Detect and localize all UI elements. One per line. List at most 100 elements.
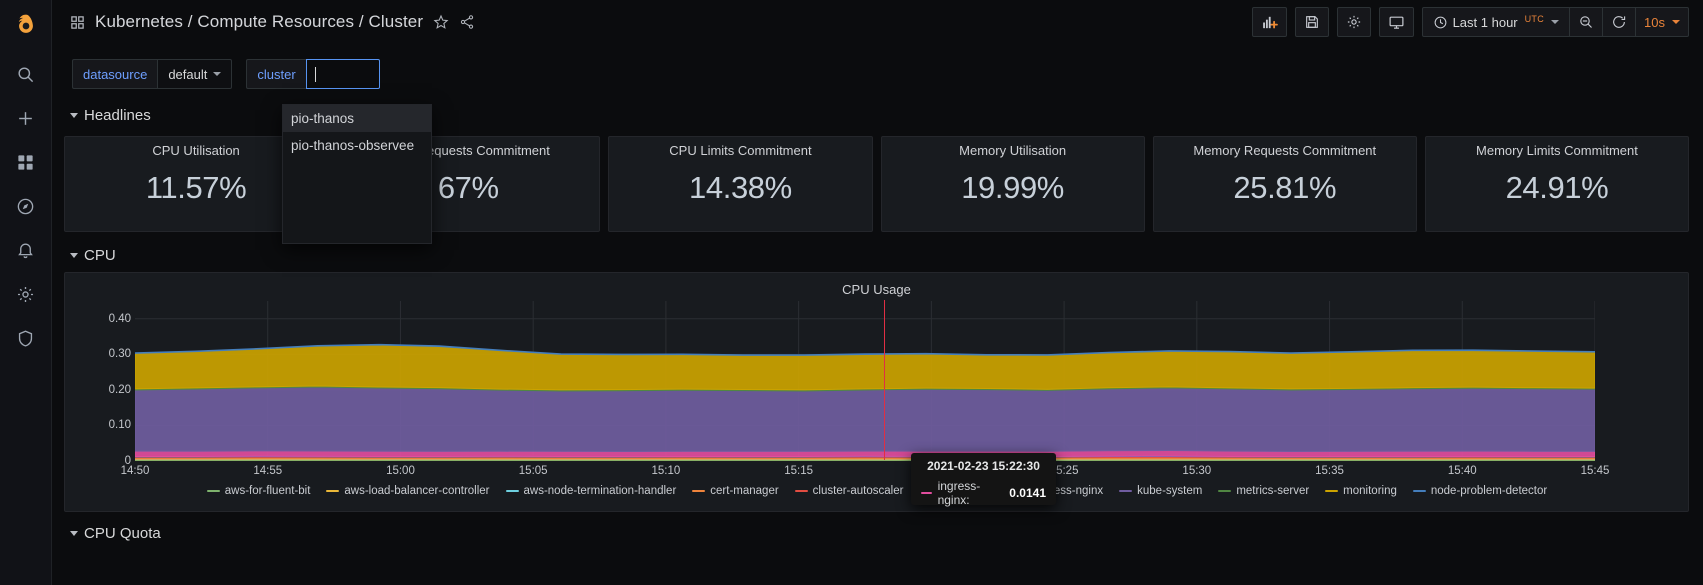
text-cursor <box>314 66 316 82</box>
star-icon[interactable] <box>433 14 449 30</box>
plot-area[interactable] <box>135 301 1595 461</box>
legend-color-swatch <box>505 490 519 492</box>
legend-label: aws-node-termination-handler <box>523 485 677 497</box>
x-axis-tick-label: 15:00 <box>386 465 415 477</box>
stat-panel-title: Memory Utilisation <box>959 143 1067 158</box>
cluster-options-dropdown[interactable]: pio-thanos pio-thanos-observee <box>282 104 432 244</box>
row-header-cpu-quota[interactable]: CPU Quota <box>70 525 161 542</box>
stat-panel-value: 24.91% <box>1505 170 1609 205</box>
chevron-down-icon <box>70 253 78 258</box>
tv-mode-button[interactable] <box>1378 7 1414 37</box>
side-nav <box>0 0 52 585</box>
y-axis-tick-label: 0.20 <box>108 383 131 396</box>
time-range-label: Last 1 hour <box>1452 14 1518 30</box>
variable-cluster-input[interactable] <box>305 59 380 89</box>
refresh-interval-picker[interactable]: 10s <box>1635 7 1689 37</box>
legend-label: metrics-server <box>1236 485 1310 497</box>
row-title: CPU Quota <box>84 525 161 542</box>
page-title: Kubernetes / Compute Resources / Cluster <box>95 12 424 31</box>
tooltip-series-value: 0.0141 <box>1009 486 1046 500</box>
sidebar-item-create[interactable] <box>0 96 52 140</box>
x-axis-tick-label: 15:10 <box>651 465 681 477</box>
legend-color-swatch <box>692 490 706 492</box>
zoom-out-time-button[interactable] <box>1569 7 1604 37</box>
chevron-down-icon <box>213 72 222 76</box>
panel-title: CPU Usage <box>842 282 911 297</box>
dashboard-settings-button[interactable] <box>1336 7 1371 37</box>
stat-panel-value: 25.81% <box>1233 170 1337 205</box>
variable-label-datasource: datasource <box>72 59 158 89</box>
stat-panel[interactable]: CPU Limits Commitment 14.38% <box>608 136 873 232</box>
stat-panel-title: Memory Requests Commitment <box>1193 143 1377 158</box>
legend-label: aws-for-fluent-bit <box>224 485 311 497</box>
dropdown-option-label: pio-thanos-observee <box>291 138 415 153</box>
legend-item[interactable]: monitoring <box>1325 485 1397 497</box>
add-panel-button[interactable] <box>1251 7 1287 37</box>
y-axis-tick-label: 0.10 <box>108 419 131 432</box>
legend-item[interactable]: aws-for-fluent-bit <box>206 485 311 497</box>
y-axis-tick-label: 0.30 <box>108 348 131 361</box>
crosshair-line <box>884 300 885 460</box>
clock-icon <box>1433 15 1448 30</box>
row-header-cpu[interactable]: CPU <box>70 247 116 264</box>
legend-color-swatch <box>794 490 808 492</box>
dashboard-grid-icon <box>70 15 85 30</box>
row-header-headlines[interactable]: Headlines <box>70 107 151 124</box>
grafana-dashboard: Kubernetes / Compute Resources / Cluster <box>0 0 1703 585</box>
x-axis: 14:5014:5515:0015:0515:1015:1515:2015:25… <box>121 465 1610 481</box>
sidebar-item-dashboards[interactable] <box>0 140 52 184</box>
save-dashboard-button[interactable] <box>1294 7 1329 37</box>
legend-item[interactable]: aws-node-termination-handler <box>505 485 677 497</box>
time-range-picker[interactable]: Last 1 hour UTC <box>1421 7 1571 37</box>
chart-legend: aws-for-fluent-bit aws-load-balancer-cont… <box>77 485 1677 497</box>
sidebar-item-configuration[interactable] <box>0 272 52 316</box>
legend-item[interactable]: cert-manager <box>692 485 779 497</box>
sidebar-item-server-admin[interactable] <box>0 316 52 360</box>
stat-panel-value: 67% <box>437 170 499 205</box>
share-icon[interactable] <box>459 14 475 30</box>
refresh-interval-label: 10s <box>1644 14 1665 30</box>
sidebar-item-explore[interactable] <box>0 184 52 228</box>
y-axis: 0 0.10 0.20 0.30 0.40 <box>85 301 131 467</box>
grafana-logo-icon[interactable] <box>0 0 52 52</box>
stat-panel[interactable]: Memory Utilisation 19.99% <box>880 136 1145 232</box>
dropdown-option-pio-thanos-observee[interactable]: pio-thanos-observee <box>283 132 431 159</box>
legend-item[interactable]: cluster-autoscaler <box>794 485 903 497</box>
toolbar-actions: Last 1 hour UTC 10s <box>1251 7 1689 37</box>
row-title: Headlines <box>84 107 151 124</box>
row-title: CPU <box>84 247 116 264</box>
time-zone-label: UTC <box>1524 14 1545 24</box>
chevron-down-icon <box>1672 20 1680 24</box>
legend-color-swatch <box>1119 490 1133 492</box>
variable-datasource-selected: default <box>168 66 208 82</box>
cpu-usage-panel: CPU Usage 0 0.10 0.20 0.30 0.40 14:50 14:55 15… <box>64 272 1689 512</box>
sidebar-item-search[interactable] <box>0 52 52 96</box>
x-axis-tick-label: 14:50 <box>120 465 150 477</box>
stat-panel-title: CPU Utilisation <box>152 143 240 158</box>
stat-panel-value: 14.38% <box>689 170 792 205</box>
sidebar-item-alerting[interactable] <box>0 228 52 272</box>
dropdown-option-pio-thanos[interactable]: pio-thanos <box>283 105 431 132</box>
chart-tooltip: 2021-02-23 15:22:30 ingress-nginx: 0.014… <box>911 453 1056 507</box>
variable-datasource: datasource default <box>72 59 233 89</box>
variable-value-datasource[interactable]: default <box>157 59 233 89</box>
refresh-dashboard-button[interactable] <box>1602 7 1637 37</box>
legend-label: monitoring <box>1343 485 1397 497</box>
stat-panel[interactable]: Memory Requests Commitment 25.81% <box>1152 136 1417 232</box>
time-controls: Last 1 hour UTC 10s <box>1421 7 1689 37</box>
legend-label: cert-manager <box>710 485 779 497</box>
stat-panel[interactable]: Memory Limits Commitment 24.91% <box>1424 136 1690 232</box>
legend-item[interactable]: aws-load-balancer-controller <box>326 485 490 497</box>
legend-color-swatch <box>1412 490 1426 492</box>
legend-item[interactable]: node-problem-detector <box>1412 485 1547 497</box>
area-series <box>135 386 1595 453</box>
chevron-down-icon <box>1551 20 1560 24</box>
tooltip-series-row: ingress-nginx: 0.0141 <box>921 479 1046 507</box>
legend-item[interactable]: metrics-server <box>1218 485 1309 497</box>
legend-item[interactable]: kube-system <box>1119 485 1202 497</box>
x-axis-tick-label: 14:55 <box>253 465 283 477</box>
tooltip-timestamp: 2021-02-23 15:22:30 <box>927 459 1040 473</box>
legend-color-swatch <box>326 490 340 492</box>
x-axis-tick-label: 15:40 <box>1447 465 1477 477</box>
chevron-down-icon <box>70 113 78 118</box>
